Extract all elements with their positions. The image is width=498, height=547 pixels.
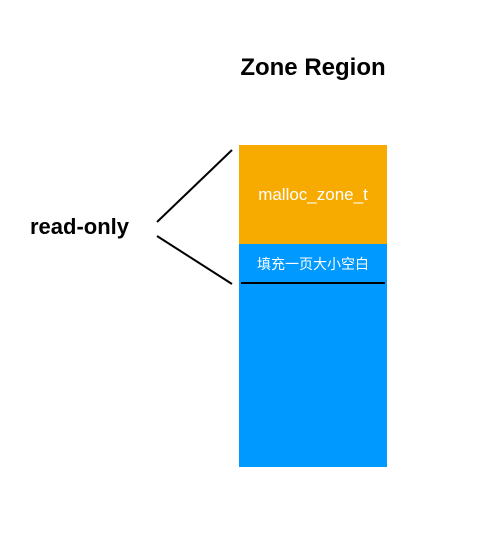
- page-padding-label: 填充一页大小空白: [257, 257, 369, 273]
- connector-line-bottom: [156, 235, 233, 285]
- zone-body-block: [239, 284, 387, 467]
- diagram-canvas: Zone Region read-only malloc_zone_t 填充一页…: [0, 0, 498, 547]
- page-padding-block: 填充一页大小空白: [239, 244, 387, 284]
- connector-line-top: [156, 149, 233, 223]
- malloc-zone-label: malloc_zone_t: [258, 184, 368, 204]
- malloc-zone-block: malloc_zone_t: [239, 145, 387, 244]
